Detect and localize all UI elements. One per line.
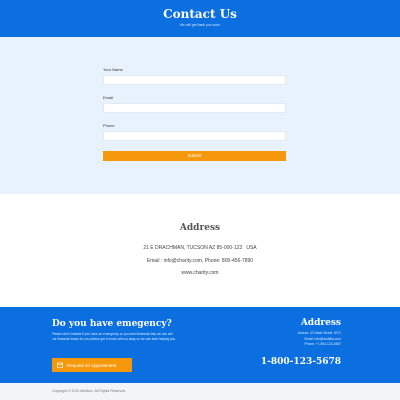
contact-form-section: Your Name Email Phone Submit: [0, 37, 400, 194]
page-footer: Copyright © 2019 Medbox. All Rights Rese…: [0, 383, 400, 400]
address-title: Address: [179, 223, 221, 233]
request-appointment-button[interactable]: Request an Appointment: [52, 358, 132, 372]
phone-input[interactable]: [103, 131, 286, 141]
email-input[interactable]: [103, 103, 286, 113]
emergency-address-title: Address: [300, 318, 341, 328]
copyright-text: Copyright © 2019 Medbox. All Rights Rese…: [52, 389, 127, 393]
contact-details: Email : info@charity.com, Phone: 800-456…: [146, 258, 254, 264]
website-link[interactable]: www.charity.com: [0, 270, 400, 276]
contact-form: Your Name Email Phone Submit: [103, 67, 286, 161]
page-title: Contact Us: [163, 7, 237, 21]
page-header: Contact Us We will get back you soon: [0, 0, 400, 37]
email-label: Email: [103, 95, 114, 100]
emergency-section: Do you have emegency? Please don't hesit…: [0, 307, 400, 383]
name-input[interactable]: [103, 75, 286, 85]
emergency-address-block: Address Adress: 2/2 Main Street, NYC Ema…: [231, 318, 341, 348]
street-address: 21 E DRACHMAN, TUCSON AZ 85-000-123 USA: [143, 245, 257, 251]
page-subtitle: We will get back you soon: [179, 23, 221, 27]
name-label: Your Name: [103, 67, 123, 72]
request-appointment-label: Request an Appointment: [67, 362, 117, 368]
emergency-text: Please don't hesitate if you have an eme…: [52, 332, 177, 341]
emergency-phone-number: 1-800-123-5678: [260, 357, 341, 367]
address-section: Address 21 E DRACHMAN, TUCSON AZ 85-000-…: [0, 194, 400, 307]
submit-button[interactable]: Submit: [103, 151, 286, 161]
phone-label: Phone: [103, 123, 115, 128]
emergency-title: Do you have emegency?: [52, 319, 172, 329]
calendar-icon: [57, 362, 63, 368]
emergency-phone-line: Phone: +1 804-123-4567: [304, 342, 341, 346]
